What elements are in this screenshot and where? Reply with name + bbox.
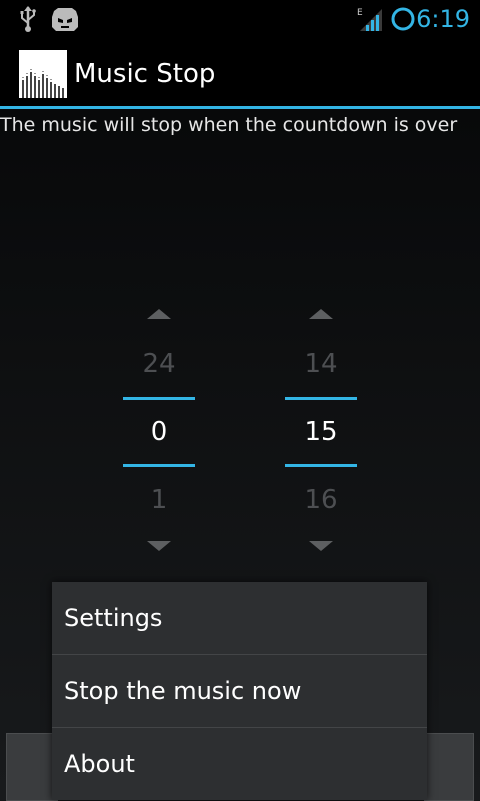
app-title: Music Stop bbox=[74, 59, 216, 89]
hours-current-value[interactable]: 0 bbox=[123, 417, 195, 447]
minutes-current-value[interactable]: 15 bbox=[285, 417, 357, 447]
menu-item-settings[interactable]: Settings bbox=[52, 582, 427, 654]
menu-item-about[interactable]: About bbox=[52, 728, 427, 800]
hours-selection-divider-top bbox=[123, 397, 195, 400]
hours-increment-arrow-icon[interactable] bbox=[147, 309, 171, 319]
minutes-decrement-arrow-icon[interactable] bbox=[309, 541, 333, 551]
minutes-increment-arrow-icon[interactable] bbox=[309, 309, 333, 319]
right-action-button[interactable] bbox=[424, 733, 474, 801]
hours-prev-value[interactable]: 24 bbox=[123, 349, 195, 379]
minutes-prev-value[interactable]: 14 bbox=[285, 349, 357, 379]
hours-decrement-arrow-icon[interactable] bbox=[147, 541, 171, 551]
left-action-button[interactable] bbox=[6, 733, 58, 801]
options-menu: Settings Stop the music now About bbox=[52, 582, 427, 800]
status-bar: E 6:19 bbox=[0, 0, 480, 38]
clock-time: 6:19 bbox=[416, 5, 470, 33]
equalizer-app-icon[interactable] bbox=[19, 50, 67, 98]
signal-e-icon: E bbox=[356, 0, 384, 38]
action-bar: Music Stop bbox=[0, 38, 480, 109]
hours-selection-divider-bottom bbox=[123, 464, 195, 467]
usb-icon bbox=[18, 0, 38, 38]
minutes-selection-divider-top bbox=[285, 397, 357, 400]
network-type-label: E bbox=[357, 8, 363, 18]
sync-circle-icon bbox=[390, 0, 416, 38]
minutes-next-value[interactable]: 16 bbox=[285, 485, 357, 515]
hours-next-value[interactable]: 1 bbox=[123, 485, 195, 515]
menu-item-stop-music[interactable]: Stop the music now bbox=[52, 655, 427, 727]
minutes-selection-divider-bottom bbox=[285, 464, 357, 467]
cyanogenmod-icon bbox=[50, 0, 80, 38]
countdown-description: The music will stop when the countdown i… bbox=[0, 114, 458, 136]
